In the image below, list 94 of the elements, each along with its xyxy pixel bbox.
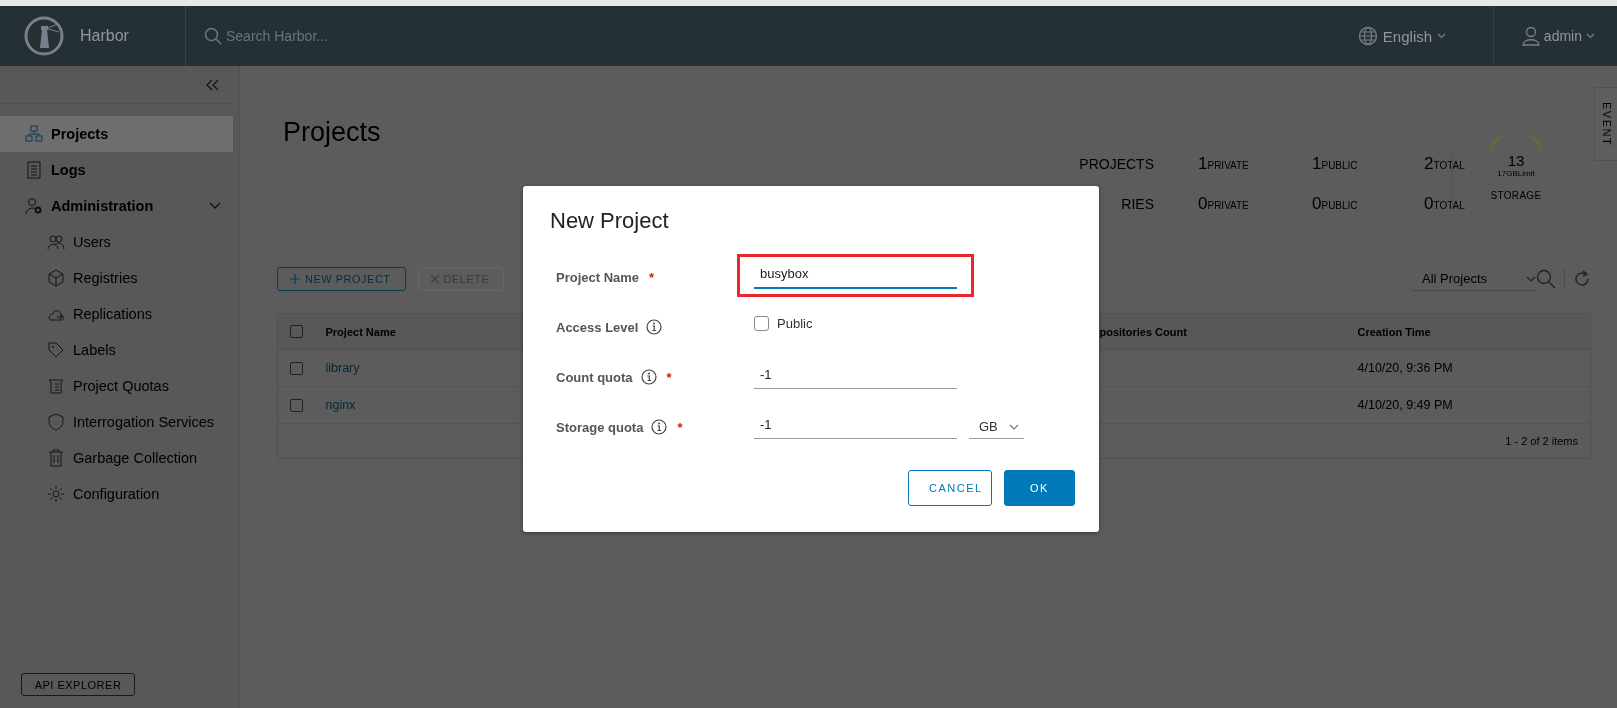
info-icon[interactable] bbox=[640, 369, 657, 385]
pagination-text: 1 - 2 of 2 items bbox=[1505, 435, 1578, 447]
stat-count: 0 bbox=[1424, 194, 1434, 214]
user-gear-icon bbox=[25, 197, 43, 215]
input-field[interactable]: -1 bbox=[754, 365, 957, 389]
close-icon bbox=[430, 275, 439, 283]
stat-unit: PRIVATE bbox=[1207, 200, 1249, 211]
checkbox[interactable] bbox=[754, 315, 769, 331]
field-label: Count quota bbox=[556, 369, 633, 385]
stat-unit: PUBLIC bbox=[1321, 160, 1358, 171]
stat-unit: PRIVATE bbox=[1207, 160, 1249, 171]
stat-count: 1 bbox=[1198, 154, 1208, 174]
row-checkbox[interactable] bbox=[290, 398, 303, 412]
event-tab[interactable]: EVENT bbox=[1594, 87, 1617, 161]
unit-dropdown[interactable]: GB bbox=[969, 415, 1024, 439]
project-link[interactable]: library bbox=[325, 361, 360, 375]
stat-label: RIES bbox=[1120, 196, 1154, 212]
filter-dropdown[interactable]: All Projects bbox=[1412, 267, 1536, 291]
search-field[interactable]: Search Harbor... bbox=[226, 28, 426, 44]
info-icon[interactable] bbox=[646, 319, 663, 335]
chevron-icon bbox=[1526, 275, 1536, 282]
column-header[interactable]: Project Name bbox=[325, 325, 396, 338]
sidebar-item[interactable]: Logs bbox=[0, 152, 233, 188]
field-label: Storage quota bbox=[556, 419, 644, 435]
language-menu[interactable]: English bbox=[1382, 27, 1433, 45]
collapse-icon[interactable] bbox=[205, 78, 219, 91]
stat-unit: TOTAL bbox=[1433, 160, 1465, 171]
highlighted-field[interactable]: busybox bbox=[737, 253, 974, 297]
sidebar-item[interactable]: Garbage Collection bbox=[0, 440, 239, 476]
hierarchy-icon bbox=[25, 125, 43, 143]
filter-label: All Projects bbox=[1422, 271, 1488, 286]
sidebar-item[interactable]: Administration bbox=[0, 188, 233, 224]
document-icon bbox=[25, 161, 43, 179]
sidebar-item[interactable]: Project Quotas bbox=[0, 368, 239, 404]
table-cell: 4/10/20, 9:36 PM bbox=[1357, 361, 1453, 375]
stat-label: PROJECTS bbox=[1078, 156, 1154, 172]
cube-icon bbox=[47, 269, 65, 287]
sidebar-item[interactable]: Projects bbox=[0, 116, 233, 152]
page-title: Projects bbox=[283, 117, 381, 148]
search-icon bbox=[204, 27, 222, 45]
trash-icon bbox=[47, 449, 65, 467]
ok-button[interactable]: OK bbox=[1004, 470, 1075, 506]
caret-icon bbox=[1437, 33, 1447, 39]
input-field[interactable]: busybox bbox=[754, 264, 957, 289]
sidebar-item[interactable]: Interrogation Services bbox=[0, 404, 239, 440]
sidebar-item[interactable]: Labels bbox=[0, 332, 239, 368]
storage-limit: 17GBLimit bbox=[1497, 169, 1535, 178]
sidebar-item[interactable]: Registries bbox=[0, 260, 239, 296]
search-icon[interactable] bbox=[1536, 269, 1556, 289]
stat-count: 0 bbox=[1198, 194, 1208, 214]
lighthouse-logo-icon bbox=[24, 16, 64, 56]
field-label: Project Name bbox=[556, 269, 640, 285]
app-name: Harbor bbox=[80, 27, 130, 45]
project-link[interactable]: nginx bbox=[325, 398, 356, 412]
stat-unit: TOTAL bbox=[1433, 200, 1465, 211]
info-icon[interactable] bbox=[651, 419, 668, 435]
sidebar-item[interactable]: Configuration bbox=[0, 476, 239, 512]
users-icon bbox=[47, 233, 65, 251]
checkbox-label: Public bbox=[777, 315, 813, 331]
select-all-checkbox[interactable] bbox=[290, 325, 303, 338]
user-menu[interactable]: admin bbox=[1543, 28, 1582, 44]
storage-value: 13 bbox=[1507, 152, 1525, 169]
column-header[interactable]: Creation Time bbox=[1357, 325, 1431, 338]
required-mark: * bbox=[649, 269, 655, 285]
chevron-icon bbox=[1009, 423, 1019, 430]
required-mark: * bbox=[677, 419, 683, 435]
storage-gauge bbox=[1486, 136, 1546, 152]
globe-icon bbox=[1357, 26, 1378, 46]
refresh-icon[interactable] bbox=[1573, 270, 1591, 288]
dialog-title: New Project bbox=[550, 208, 670, 234]
column-header[interactable]: positories Count bbox=[1099, 325, 1187, 338]
unit-label: GB bbox=[979, 419, 998, 434]
stat-count: 1 bbox=[1312, 154, 1322, 174]
user-icon bbox=[1521, 26, 1540, 46]
row-checkbox[interactable] bbox=[290, 361, 303, 375]
table-cell: 4/10/20, 9:49 PM bbox=[1357, 398, 1453, 412]
new-project-button[interactable]: NEW PROJECT bbox=[277, 267, 406, 291]
sidebar-item[interactable]: Users bbox=[0, 224, 239, 260]
input-field[interactable]: -1 bbox=[754, 415, 957, 439]
storage-label: STORAGE bbox=[1490, 190, 1542, 201]
required-mark: * bbox=[666, 369, 672, 385]
field-label: Access Level bbox=[556, 319, 639, 335]
stat-unit: PUBLIC bbox=[1321, 200, 1358, 211]
caret-icon bbox=[1586, 33, 1595, 39]
api-explorer-button[interactable]: API EXPLORER bbox=[21, 673, 135, 696]
stat-count: 2 bbox=[1424, 154, 1434, 174]
tag-icon bbox=[47, 341, 65, 359]
shield-icon bbox=[47, 413, 65, 431]
sidebar-item[interactable]: Replications bbox=[0, 296, 239, 332]
list-icon bbox=[47, 377, 65, 395]
plus-icon bbox=[290, 274, 300, 284]
stat-count: 0 bbox=[1312, 194, 1322, 214]
cancel-button[interactable]: CANCEL bbox=[908, 470, 992, 506]
chevron-icon bbox=[209, 202, 221, 210]
